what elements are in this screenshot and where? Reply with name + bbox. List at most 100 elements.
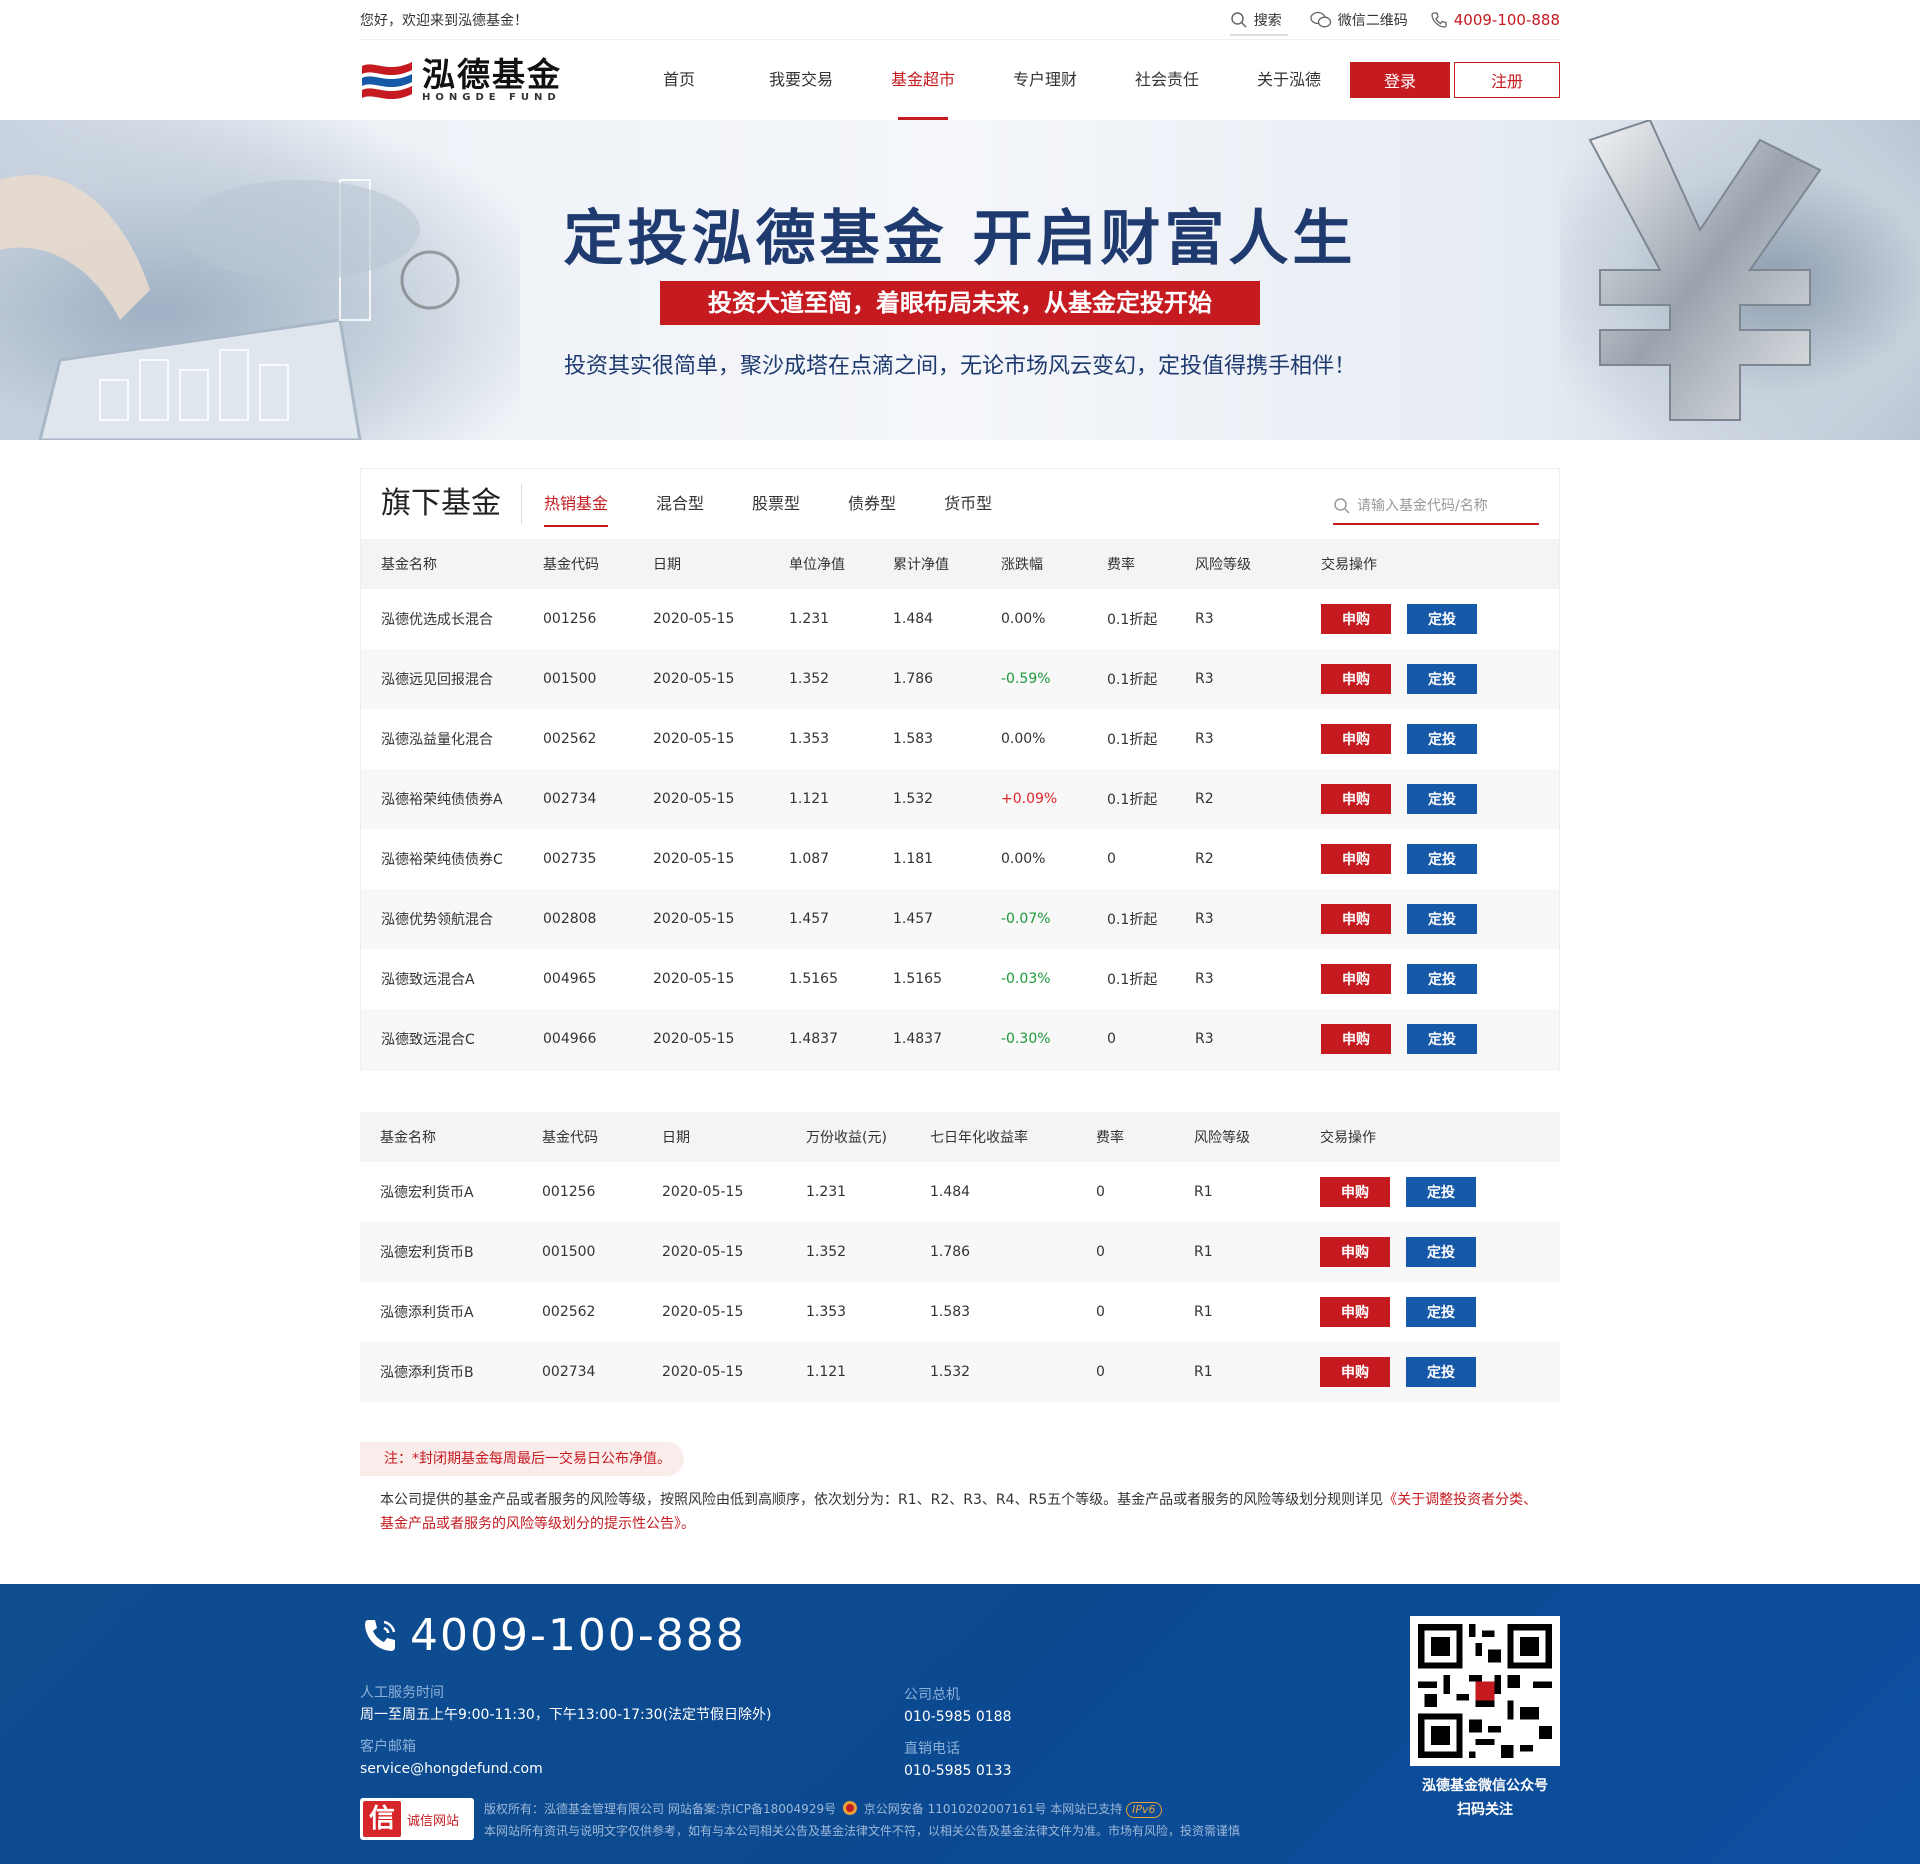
money-fund-risk: R1 [1194,1342,1320,1402]
search-label: 搜索 [1253,12,1282,29]
nav-private-wealth[interactable]: 专户理财 [984,40,1106,120]
fund-acc-nav: 1.786 [893,649,1001,709]
top-phone: 4009-100-888 [1430,11,1560,29]
hero-banner: 定投泓德基金 开启财富人生 投资大道至简，着眼布局未来，从基金定投开始 投资其实… [0,120,1920,440]
top-search-link[interactable]: 搜索 [1229,10,1288,36]
aip-button[interactable]: 定投 [1406,1237,1476,1267]
fund-date: 2020-05-15 [653,1009,789,1069]
money-fund-code: 001500 [542,1222,662,1282]
banner-title: 定投泓德基金 开启财富人生 [563,204,1357,274]
fund-unit-nav: 1.457 [789,889,893,949]
buy-button[interactable]: 申购 [1321,844,1391,874]
buy-button[interactable]: 申购 [1321,904,1391,934]
aip-button[interactable]: 定投 [1407,904,1477,934]
tab-hot-funds[interactable]: 热销基金 [544,469,609,539]
col-actions: 交易操作 [1321,539,1559,589]
fund-search-input[interactable] [1357,498,1527,514]
risk-note-end: 。 [681,1516,695,1532]
fund-unit-nav: 1.353 [789,731,830,747]
tab-hybrid[interactable]: 混合型 [656,469,704,539]
nav-trade[interactable]: 我要交易 [740,40,862,120]
fund-name: 泓德致远混合A [381,972,475,988]
logo-en: HONGDE FUND [422,91,561,103]
buy-button[interactable]: 申购 [1320,1297,1390,1327]
login-button[interactable]: 登录 [1350,62,1450,98]
copyright-line: 版权所有：泓德基金管理有限公司 网站备案:京ICP备18004929号 京公网安… [484,1798,1240,1820]
fund-acc-nav: 1.181 [893,851,934,867]
buy-button[interactable]: 申购 [1321,964,1391,994]
fund-date: 2020-05-15 [653,971,735,987]
nav-fund-market[interactable]: 基金超市 [862,40,984,120]
fund-risk: R3 [1195,649,1321,709]
fund-change: -0.30% [1001,1009,1107,1069]
nav-about[interactable]: 关于泓德 [1228,40,1350,120]
register-button[interactable]: 注册 [1454,62,1560,98]
aip-button[interactable]: 定投 [1406,1357,1476,1387]
aip-button[interactable]: 定投 [1407,844,1477,874]
fund-risk: R3 [1195,611,1214,627]
money-fund-code: 002734 [542,1342,662,1402]
aip-button[interactable]: 定投 [1407,784,1477,814]
money-fund-actions: 申购 定投 [1320,1162,1560,1222]
table-row: 泓德致远混合C 004966 2020-05-15 1.4837 1.4837 -0.30… [361,1009,1559,1069]
fund-type-tabs: 热销基金 混合型 股票型 债券型 货币型 [544,469,1040,539]
trust-website-badge[interactable]: 信 诚信网站 [360,1798,474,1840]
hq-phone-value: 010-5985 0188 [904,1709,1012,1725]
fund-actions: 申购 定投 [1321,1009,1559,1069]
buy-button[interactable]: 申购 [1320,1357,1390,1387]
table-row: 泓德优势领航混合 002808 2020-05-15 1.457 1.457 -0.07%… [361,889,1559,949]
money-fund-fee: 0 [1096,1304,1105,1320]
fund-acc-nav: 1.457 [893,889,1001,949]
fund-change: -0.59% [1001,649,1107,709]
wechat-qr-link[interactable]: 微信二维码 [1310,10,1408,30]
ipv6-badge: IPv6 [1126,1802,1162,1818]
aip-button[interactable]: 定投 [1407,604,1477,634]
tab-bond[interactable]: 债券型 [848,469,896,539]
fund-code: 001256 [543,611,597,627]
aip-button[interactable]: 定投 [1406,1297,1476,1327]
risk-note-text: 本公司提供的基金产品或者服务的风险等级，按照风险由低到高顺序，依次划分为：R1、… [380,1492,1384,1508]
nav-social-responsibility[interactable]: 社会责任 [1106,40,1228,120]
logo-cn: 泓德基金 [422,54,562,94]
fund-name: 泓德泓益量化混合 [381,732,493,748]
money-fund-name: 泓德宏利货币A [380,1185,474,1201]
tab-money[interactable]: 货币型 [944,469,992,539]
banner-tablet-image [0,120,520,440]
aip-button[interactable]: 定投 [1407,724,1477,754]
search-icon [1230,11,1247,28]
fund-date: 2020-05-15 [653,769,789,829]
buy-button[interactable]: 申购 [1321,604,1391,634]
aip-button[interactable]: 定投 [1406,1177,1476,1207]
buy-button[interactable]: 申购 [1320,1177,1390,1207]
fund-acc-nav: 1.583 [893,731,934,747]
top-phone-number: 4009-100-888 [1453,10,1560,29]
fund-actions: 申购 定投 [1321,769,1559,829]
money-fund-actions: 申购 定投 [1320,1282,1560,1342]
buy-button[interactable]: 申购 [1321,724,1391,754]
aip-button[interactable]: 定投 [1407,664,1477,694]
fund-risk: R3 [1195,731,1214,747]
hq-phone-label: 公司总机 [904,1687,960,1703]
logo[interactable]: 泓德基金 HONGDE FUND [360,54,568,103]
search-icon[interactable] [1333,497,1351,515]
money-fund-code: 002562 [542,1304,596,1320]
money-fund-income: 1.121 [806,1342,930,1402]
fund-actions: 申购 定投 [1321,709,1559,769]
money-fund-actions: 申购 定投 [1320,1222,1560,1282]
email-value[interactable]: service@hongdefund.com [360,1758,543,1780]
fund-unit-nav: 1.5165 [789,971,838,987]
fund-date: 2020-05-15 [653,611,735,627]
buy-button[interactable]: 申购 [1321,784,1391,814]
buy-button[interactable]: 申购 [1321,664,1391,694]
service-hours-label: 人工服务时间 [360,1685,444,1701]
fund-name: 泓德优选成长混合 [381,612,493,628]
tab-stock[interactable]: 股票型 [752,469,800,539]
aip-button[interactable]: 定投 [1407,964,1477,994]
buy-button[interactable]: 申购 [1320,1237,1390,1267]
fund-change: -0.07% [1001,889,1107,949]
wechat-icon [1310,11,1331,27]
fund-code: 004966 [543,1009,653,1069]
aip-button[interactable]: 定投 [1407,1024,1477,1054]
buy-button[interactable]: 申购 [1321,1024,1391,1054]
nav-home[interactable]: 首页 [618,40,740,120]
